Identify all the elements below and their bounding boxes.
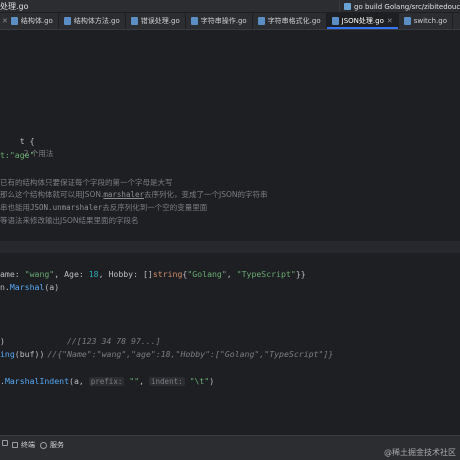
doc-text: 去反序列化到一个空的变量里面 <box>102 203 208 212</box>
code-text: (a) <box>44 282 60 292</box>
doc-text: 串也能用 <box>0 203 30 212</box>
go-file-icon <box>63 17 71 25</box>
code-line-print-buf: ) //[123 34 78 97...] <box>0 335 161 347</box>
code-text: , Hobby: [] <box>98 269 153 279</box>
doc-comment-line-2: 那么这个结构体就可以用JSON.marshaler去序列化，变成了一个JSON的… <box>0 189 268 201</box>
code-editor[interactable]: t { 2 个用法 t:"age"` 已有的结构体只要保证每个字段的第一个字母是… <box>0 31 460 435</box>
watermark: @稀土掘金技术社区 <box>384 447 456 458</box>
tab-string-format[interactable]: 字符串格式化.go <box>253 13 327 29</box>
tab-label: switch.go <box>413 17 448 25</box>
doc-comment-line-3: 串也能用JSON.unmarshaler去反序列化到一个空的变量里面 <box>0 202 207 214</box>
go-file-icon <box>331 17 339 25</box>
go-file-icon <box>344 3 351 10</box>
string-literal: "" <box>129 376 140 386</box>
code-text: , Age: <box>54 269 89 279</box>
code-text: }} <box>295 269 306 279</box>
code-line-init: ame: "wang", Age: 18, Hobby: []string{"G… <box>0 268 306 280</box>
watermark-text: @稀土掘金技术社区 <box>384 448 456 457</box>
code-text: (buf)) <box>14 349 45 359</box>
terminal-button[interactable]: 终端 <box>12 440 35 450</box>
tab-label: 字符串操作.go <box>200 17 247 25</box>
code-line-print-string: ing(buf))//{"Name":"wang","age":18,"Hobb… <box>0 348 333 360</box>
run-configuration-label: go build Golang/src/zibitedouce_code (2 <box>354 2 460 11</box>
tab-json-handling[interactable]: JSON处理.go ✕ <box>326 13 399 29</box>
tool-button-left[interactable] <box>2 440 8 446</box>
number-literal: 18 <box>88 269 99 279</box>
string-literal: "\t" <box>189 376 210 386</box>
terminal-label: 终端 <box>21 441 35 449</box>
current-line-highlight <box>0 241 460 253</box>
tab-switch[interactable]: switch.go <box>399 13 454 29</box>
doc-code: marshaler <box>103 190 145 199</box>
go-file-icon <box>403 17 411 25</box>
doc-text: 去序列化，变成了一个JSON的字符串 <box>144 190 268 199</box>
code-text: n. <box>0 282 10 292</box>
tool-window-bar: 终端 服务 @稀土掘金技术社区 <box>0 435 460 460</box>
tab-label: 结构体.go <box>20 17 53 25</box>
tab-struct[interactable]: ✕ 结构体.go <box>0 13 59 29</box>
doc-code: JSON.unmarshaler <box>30 203 103 212</box>
go-file-icon <box>190 17 198 25</box>
close-icon[interactable]: ✕ <box>387 17 393 25</box>
terminal-icon <box>12 442 18 448</box>
tab-label: 结构体方法.go <box>73 17 120 25</box>
code-text: (a, <box>69 376 89 386</box>
go-file-icon <box>10 17 18 25</box>
window-title: 处理.go <box>0 2 29 11</box>
go-file-icon <box>257 17 265 25</box>
code-text: , <box>226 269 237 279</box>
parameter-hint: indent: <box>149 377 185 386</box>
doc-comment-line-4: 等语法来修改输出JSON结果里面的字段名 <box>0 216 139 225</box>
code-text: , <box>139 376 150 386</box>
string-literal: "Golang" <box>187 269 227 279</box>
code-text: ) <box>0 336 5 346</box>
tab-error-handling[interactable]: 错误处理.go <box>126 13 186 29</box>
services-icon <box>40 441 47 449</box>
tool-icon <box>2 440 8 446</box>
close-icon[interactable]: ✕ <box>2 17 8 25</box>
code-line-tag: t:"age"` <box>0 150 40 160</box>
code-line-struct: t { 2 个用法 <box>0 123 54 172</box>
code-line-marshal-indent: .MarshalIndent(a, prefix: "", indent: "\… <box>0 375 214 388</box>
go-file-icon <box>130 17 138 25</box>
editor-tab-bar: ✕ 结构体.go 结构体方法.go 错误处理.go 字符串操作.go 字符串格式… <box>0 13 460 30</box>
function-call: ing <box>0 349 15 359</box>
code-text: ) <box>209 376 215 386</box>
function-call: Marshal <box>9 282 45 292</box>
tab-struct-methods[interactable]: 结构体方法.go <box>59 13 126 29</box>
doc-comment-line-1: 已有的结构体只要保证每个字段的第一个字母是大写 <box>0 178 173 187</box>
code-text: ame: <box>0 269 25 279</box>
tab-string-ops[interactable]: 字符串操作.go <box>186 13 253 29</box>
doc-text: 那么这个结构体就可以用JSON. <box>0 190 104 199</box>
parameter-hint: prefix: <box>88 377 125 386</box>
tab-label: 错误处理.go <box>140 17 180 25</box>
code-text: t { <box>19 136 35 146</box>
run-configuration-selector[interactable]: go build Golang/src/zibitedouce_code (2 <box>339 1 460 12</box>
code-comment: //[123 34 78 97...] <box>66 336 161 346</box>
type-keyword: string <box>152 269 183 279</box>
tab-label: JSON处理.go <box>341 17 384 25</box>
function-call: MarshalIndent <box>4 376 70 386</box>
title-bar: 处理.go go build Golang/src/zibitedouce_co… <box>0 0 460 13</box>
services-label: 服务 <box>50 441 64 449</box>
code-line-marshal: n.Marshal(a) <box>0 281 59 293</box>
string-literal: "wang" <box>24 269 55 279</box>
tab-label: 字符串格式化.go <box>267 17 321 25</box>
code-comment: //{"Name":"wang","age":18,"Hobby":["Gola… <box>47 349 334 359</box>
services-button[interactable]: 服务 <box>40 440 64 450</box>
string-literal: "TypeScript" <box>236 269 296 279</box>
